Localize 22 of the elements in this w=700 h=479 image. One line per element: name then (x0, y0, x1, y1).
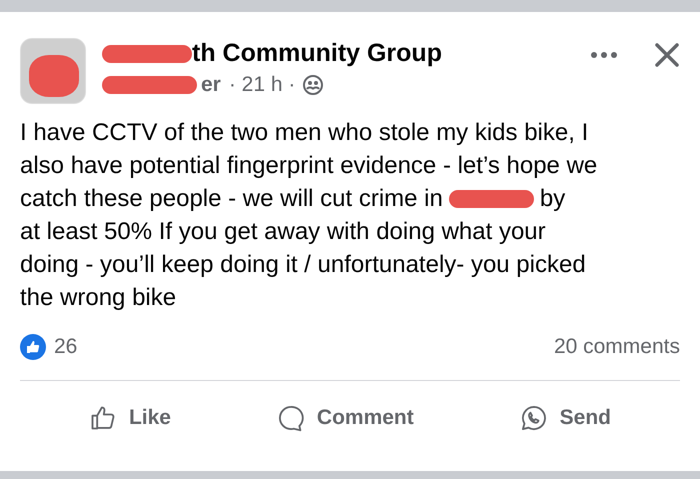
comment-count[interactable]: 20 comments (554, 331, 680, 363)
post-text: catch these people - we will cut crime in (20, 184, 443, 214)
close-icon[interactable] (654, 42, 680, 68)
redaction-mark (29, 55, 79, 97)
post-time: · 21 h · (228, 72, 296, 98)
comment-button[interactable]: Comment (268, 394, 422, 442)
avatar-photo[interactable] (20, 38, 86, 104)
post-text: by (540, 184, 566, 214)
thumbs-up-icon (88, 404, 117, 432)
like-button[interactable]: Like (80, 394, 179, 442)
group-icon (303, 75, 324, 95)
send-button[interactable]: Send (512, 394, 620, 442)
reaction-count[interactable]: 26 (54, 331, 78, 363)
speech-bubble-icon (276, 404, 305, 432)
post-text: the wrong bike (20, 283, 176, 313)
phone-bubble-icon (520, 404, 548, 432)
post-text: I have CCTV of the two men who stole my kids bike, I (20, 118, 588, 148)
more-options-icon[interactable] (590, 51, 618, 59)
post-text: doing - you’ll keep doing it / unfortunately- you picked (20, 250, 586, 280)
like-reaction-icon (20, 334, 46, 360)
post-text: at least 50% If you get away with doing what your (20, 217, 546, 247)
post-text: also have potential fingerprint evidence - let’s hope we (20, 151, 598, 181)
